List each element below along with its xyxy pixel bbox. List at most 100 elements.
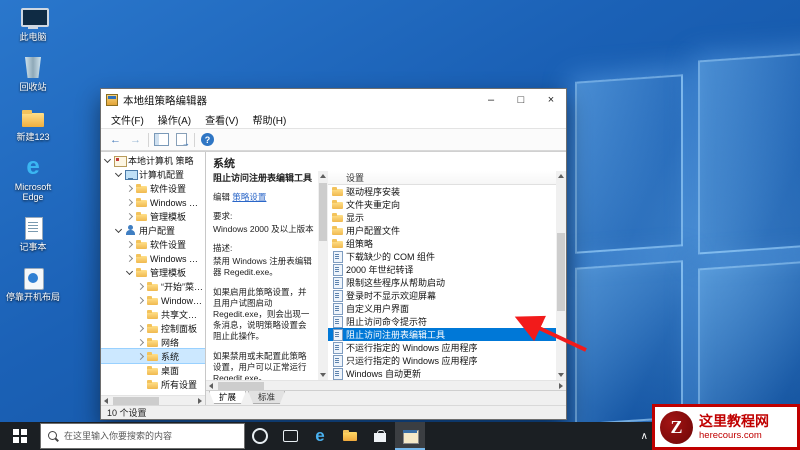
toolbar-icon[interactable] (147, 131, 150, 148)
tree-item[interactable]: 桌面 (101, 363, 205, 377)
taskbar-app-button[interactable] (365, 422, 395, 450)
taskbar-app-button[interactable] (245, 422, 275, 450)
expander-icon[interactable] (137, 324, 145, 332)
tree-item[interactable]: 共享文件夹 (101, 307, 205, 321)
settings-list-scrollbar[interactable] (556, 171, 566, 380)
scroll-track[interactable] (111, 396, 195, 405)
tree-item[interactable]: 本地计算机 策略 (101, 153, 205, 167)
tree-item[interactable]: Windows 组件 (101, 293, 205, 307)
tree-horizontal-scrollbar[interactable] (101, 395, 205, 405)
minimize-button[interactable]: – (476, 89, 506, 111)
desktop-icon[interactable]: 新建123 (4, 106, 62, 142)
close-button[interactable]: × (536, 89, 566, 111)
expander-icon[interactable] (126, 268, 134, 276)
expander-icon[interactable] (104, 156, 112, 164)
menu-item[interactable]: 帮助(H) (245, 112, 293, 127)
expander-icon[interactable] (137, 310, 145, 318)
settings-list-item[interactable]: 登录时不显示欢迎屏幕 (328, 289, 556, 302)
expander-icon[interactable] (126, 240, 134, 248)
expander-icon[interactable] (137, 296, 145, 304)
menu-item[interactable]: 操作(A) (151, 112, 198, 127)
settings-list-item[interactable]: 自定义用户界面 (328, 302, 556, 315)
description-scrollbar[interactable] (318, 171, 328, 380)
settings-list-item[interactable]: 文件夹重定向 (328, 198, 556, 211)
settings-list-item[interactable]: Windows 自动更新 (328, 367, 556, 380)
taskbar-app-button[interactable] (305, 422, 335, 450)
toolbar-icon[interactable] (107, 131, 124, 148)
settings-list-item[interactable]: 2000 年世纪转译 (328, 263, 556, 276)
tree-item[interactable]: “开始”菜单和... (101, 279, 205, 293)
desktop-icon[interactable]: 停靠开机布局 (4, 266, 62, 302)
tree-item[interactable]: 控制面板 (101, 321, 205, 335)
tree-item[interactable]: 所有设置 (101, 377, 205, 391)
settings-list-item[interactable]: 阻止访问注册表编辑工具 (328, 328, 556, 341)
expander-icon[interactable] (126, 254, 134, 262)
maximize-button[interactable]: □ (506, 89, 536, 111)
expander-icon[interactable] (115, 170, 123, 178)
desktop-icon[interactable]: Microsoft Edge (4, 153, 62, 202)
search-input[interactable] (64, 431, 238, 441)
scroll-thumb[interactable] (319, 183, 327, 241)
desktop-icon[interactable]: 记事本 (4, 216, 62, 252)
tree-item[interactable]: 软件设置 (101, 181, 205, 195)
scroll-up-button[interactable] (556, 171, 566, 181)
scroll-thumb[interactable] (113, 397, 159, 405)
settings-list-item[interactable]: 驱动程序安装 (328, 185, 556, 198)
desktop-icon[interactable]: 回收站 (4, 56, 62, 92)
tree-item[interactable]: Windows 设置 (101, 251, 205, 265)
toolbar-icon[interactable] (127, 131, 144, 148)
scroll-thumb[interactable] (218, 382, 264, 390)
menu-item[interactable]: 文件(F) (104, 112, 151, 127)
expander-icon[interactable] (137, 352, 145, 360)
toolbar-icon[interactable] (193, 131, 196, 148)
scroll-track[interactable] (556, 181, 566, 370)
taskbar-search[interactable] (40, 423, 245, 449)
tray-chevron-icon[interactable]: ∧ (641, 431, 648, 442)
toolbar-icon[interactable] (153, 131, 170, 148)
settings-list-item[interactable]: 只运行指定的 Windows 应用程序 (328, 354, 556, 367)
taskbar-app-button[interactable] (275, 422, 305, 450)
taskbar-app-button[interactable] (335, 422, 365, 450)
expander-icon[interactable] (137, 366, 145, 374)
menu-item[interactable]: 查看(V) (198, 112, 245, 127)
scroll-track[interactable] (318, 181, 328, 370)
settings-list-item[interactable]: 下载缺少的 COM 组件 (328, 250, 556, 263)
expander-icon[interactable] (115, 226, 123, 234)
settings-list-item[interactable]: 组策略 (328, 237, 556, 250)
desktop-icon[interactable]: 此电脑 (4, 6, 62, 42)
tree-item[interactable]: 计算机配置 (101, 167, 205, 181)
settings-list-item[interactable]: 用户配置文件 (328, 224, 556, 237)
expander-icon[interactable] (137, 338, 145, 346)
tree-item[interactable]: 管理模板 (101, 265, 205, 279)
expander-icon[interactable] (126, 198, 134, 206)
tree-item[interactable]: 软件设置 (101, 237, 205, 251)
start-button[interactable] (0, 422, 40, 450)
settings-list-item[interactable]: 限制这些程序从帮助启动 (328, 276, 556, 289)
view-tab[interactable]: 扩展 (209, 391, 247, 404)
scroll-up-button[interactable] (318, 171, 328, 181)
settings-list-item[interactable]: 阻止访问命令提示符 (328, 315, 556, 328)
settings-column-header[interactable]: 设置 (328, 171, 556, 185)
results-horizontal-scrollbar[interactable] (206, 380, 566, 390)
expander-icon[interactable] (126, 184, 134, 192)
expander-icon[interactable] (137, 380, 145, 388)
toolbar-icon[interactable] (173, 131, 190, 148)
scroll-thumb[interactable] (557, 233, 565, 311)
toolbar-icon[interactable] (199, 131, 216, 148)
scroll-down-button[interactable] (556, 370, 566, 380)
taskbar-app-button[interactable] (395, 422, 425, 450)
tree-item[interactable]: 管理模板 (101, 209, 205, 223)
edit-policy-setting-link[interactable]: 策略设置 (232, 192, 266, 202)
expander-icon[interactable] (126, 212, 134, 220)
window-titlebar[interactable]: 本地组策略编辑器 – □ × (101, 89, 566, 111)
tree-item[interactable]: 网络 (101, 335, 205, 349)
view-tab[interactable]: 标准 (248, 391, 286, 404)
tree-item[interactable]: 用户配置 (101, 223, 205, 237)
tree-item[interactable]: Windows 设置 (101, 195, 205, 209)
settings-list-item[interactable]: 不运行指定的 Windows 应用程序 (328, 341, 556, 354)
settings-list-item[interactable]: 显示 (328, 211, 556, 224)
expander-icon[interactable] (137, 282, 145, 290)
scroll-down-button[interactable] (318, 370, 328, 380)
scroll-track[interactable] (216, 381, 556, 390)
tree-item[interactable]: 系统 (101, 348, 205, 364)
